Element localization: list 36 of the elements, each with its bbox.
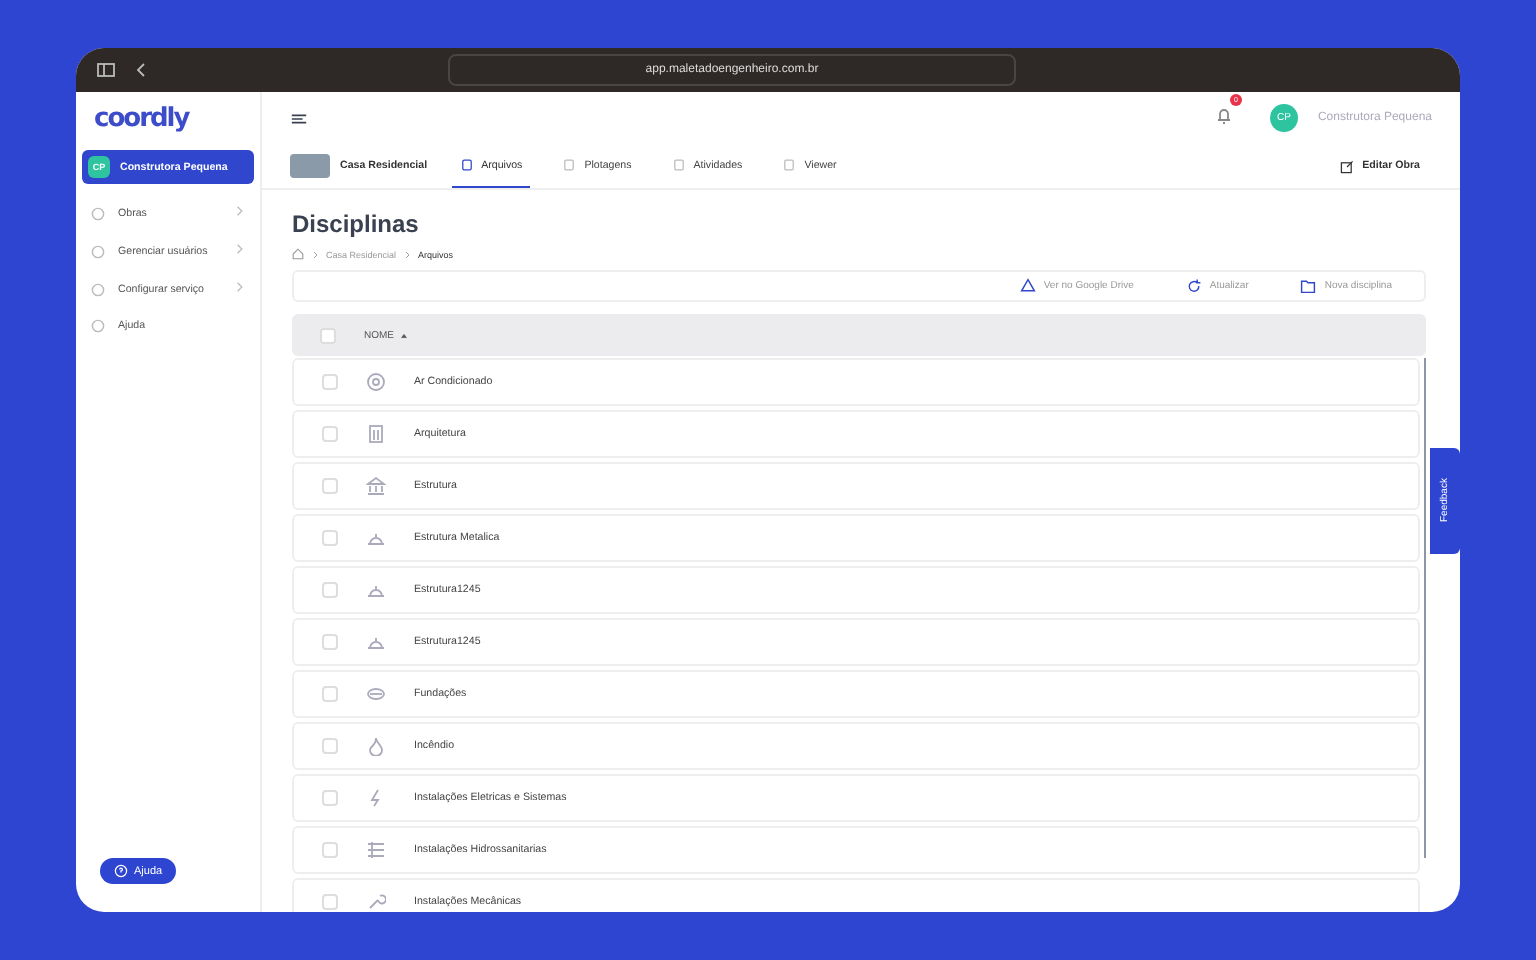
- chevron-icon: [232, 280, 246, 294]
- home-icon: [292, 248, 304, 260]
- row-checkbox[interactable]: [322, 426, 338, 442]
- sort-icon: [400, 331, 408, 339]
- row-checkbox[interactable]: [322, 582, 338, 598]
- row-checkbox[interactable]: [322, 790, 338, 806]
- scrollbar[interactable]: [1423, 358, 1426, 858]
- menu-icon: [290, 109, 308, 127]
- sidebar-icon: [96, 60, 116, 80]
- row-checkbox[interactable]: [322, 478, 338, 494]
- helmet-icon: [366, 580, 386, 600]
- drive-icon: [1019, 278, 1036, 294]
- select-all-checkbox[interactable]: [320, 327, 336, 343]
- row-checkbox[interactable]: [322, 738, 338, 754]
- row-checkbox[interactable]: [322, 530, 338, 546]
- page-title: Disciplinas: [292, 210, 421, 238]
- row-checkbox[interactable]: [322, 894, 338, 910]
- columns-icon: [366, 476, 386, 496]
- chevron-icon: [232, 204, 246, 218]
- row-checkbox[interactable]: [322, 634, 338, 650]
- edit-icon: [1340, 159, 1355, 173]
- row-checkbox[interactable]: [322, 374, 338, 390]
- building-icon: [366, 424, 386, 444]
- pipes-icon: [366, 840, 386, 860]
- photo-placeholder: [290, 154, 330, 178]
- helmet-icon: [366, 528, 386, 548]
- help-icon: [114, 864, 128, 878]
- file-icon: [459, 158, 474, 172]
- bell-icon: [1213, 106, 1234, 126]
- chevron-icon: [232, 242, 246, 256]
- row-checkbox[interactable]: [322, 842, 338, 858]
- drop-icon: [366, 736, 386, 756]
- logo: coordly: [94, 104, 192, 134]
- row-checkbox[interactable]: [322, 686, 338, 702]
- helmet-icon: [366, 632, 386, 652]
- refresh-icon: [1185, 278, 1202, 294]
